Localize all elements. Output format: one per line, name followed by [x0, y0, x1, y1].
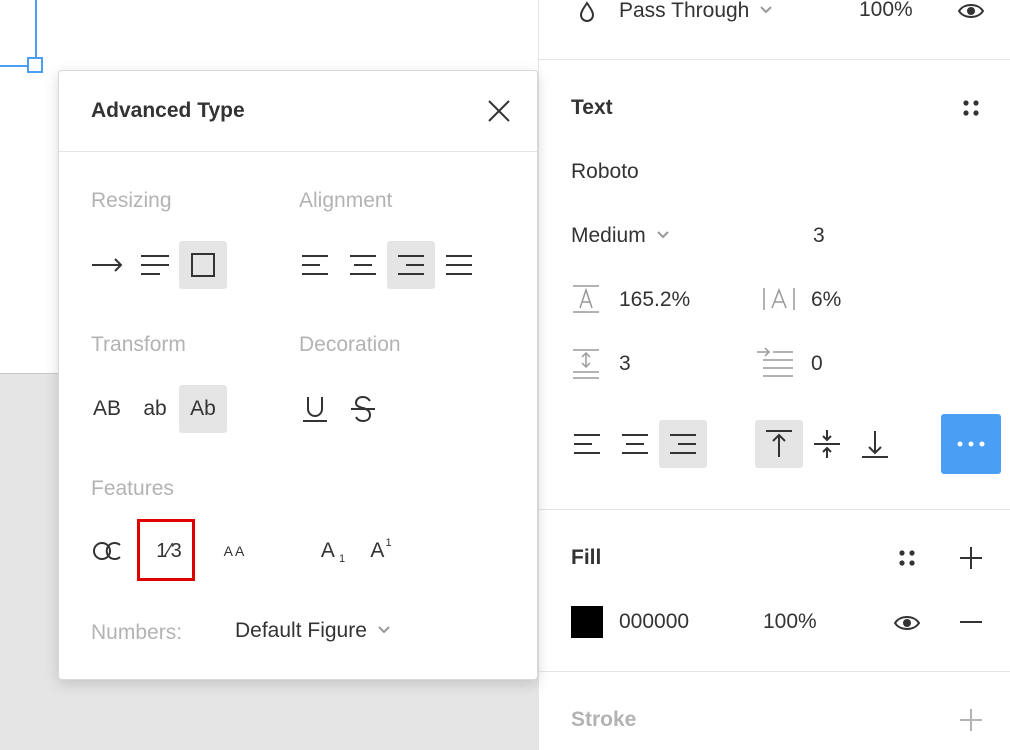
type-details-button[interactable]: [941, 414, 1001, 474]
features-label: Features: [91, 477, 174, 500]
line-height-input[interactable]: 165.2%: [619, 288, 690, 312]
numbers-value: Default Figure: [235, 619, 367, 642]
paragraph-spacing-input[interactable]: 3: [619, 352, 631, 376]
font-weight-select[interactable]: Medium: [571, 224, 670, 248]
more-icon: [957, 441, 985, 447]
font-size-input[interactable]: 3: [813, 224, 825, 248]
letter-spacing-input[interactable]: 6%: [811, 288, 841, 312]
align-center-icon[interactable]: [339, 241, 387, 289]
alignment-label: Alignment: [299, 189, 393, 212]
align-bottom-icon[interactable]: [851, 420, 899, 468]
align-left-icon[interactable]: [563, 420, 611, 468]
font-family-select[interactable]: Roboto: [571, 160, 639, 184]
subscript-button[interactable]: A1: [309, 527, 357, 575]
add-fill-icon[interactable]: [957, 544, 985, 572]
align-right-icon[interactable]: [387, 241, 435, 289]
chevron-down-icon: [759, 2, 773, 20]
drop-icon: [575, 0, 599, 24]
subscript-mark: 1: [338, 553, 346, 565]
chevron-down-icon: [377, 622, 391, 640]
auto-height-icon[interactable]: [131, 241, 179, 289]
strikethrough-icon[interactable]: [339, 385, 387, 433]
align-justify-icon[interactable]: [435, 241, 483, 289]
superscript-button[interactable]: A1: [357, 527, 405, 575]
align-right-icon[interactable]: [659, 420, 707, 468]
letter-spacing-icon: [761, 284, 797, 314]
subscript-glyph: A: [320, 539, 335, 562]
properties-panel: Pass Through 100% Text Roboto Medium 3 1…: [538, 0, 1010, 750]
paragraph-indent-icon: [755, 346, 795, 380]
eye-icon[interactable]: [957, 0, 985, 24]
resizing-label: Resizing: [91, 189, 172, 212]
advanced-type-popup: Advanced Type Resizing Alignment Transfo…: [58, 70, 538, 680]
lowercase-button[interactable]: ab: [131, 385, 179, 433]
paragraph-indent-input[interactable]: 0: [811, 352, 823, 376]
fill-color-swatch[interactable]: [571, 606, 603, 638]
chevron-down-icon: [656, 227, 670, 245]
styles-grid-icon[interactable]: [959, 96, 983, 120]
align-top-icon[interactable]: [755, 420, 803, 468]
small-caps-button[interactable]: AA: [211, 527, 259, 575]
align-middle-icon[interactable]: [803, 420, 851, 468]
blend-mode-select[interactable]: Pass Through: [619, 0, 773, 24]
align-center-icon[interactable]: [611, 420, 659, 468]
font-weight-label: Medium: [571, 224, 646, 247]
stroke-section-title: Stroke: [571, 708, 637, 731]
fill-hex-input[interactable]: 000000: [619, 610, 689, 634]
transform-label: Transform: [91, 333, 186, 356]
blend-mode-label: Pass Through: [619, 0, 750, 22]
align-left-icon[interactable]: [291, 241, 339, 289]
fractions-highlight: [137, 519, 195, 581]
paragraph-spacing-icon: [571, 348, 601, 380]
numbers-label: Numbers:: [91, 621, 183, 644]
underline-icon[interactable]: [291, 385, 339, 433]
close-icon[interactable]: [483, 95, 515, 127]
eye-icon[interactable]: [893, 610, 921, 636]
text-section-title: Text: [571, 96, 613, 119]
line-height-icon: [571, 284, 601, 314]
fill-section-title: Fill: [571, 546, 602, 569]
superscript-glyph: A: [370, 539, 385, 562]
fill-opacity-input[interactable]: 100%: [763, 610, 817, 634]
selection-outline[interactable]: [0, 0, 46, 76]
popup-title: Advanced Type: [91, 99, 245, 122]
styles-grid-icon[interactable]: [895, 546, 919, 570]
add-stroke-icon[interactable]: [957, 706, 985, 734]
numbers-select[interactable]: Default Figure: [235, 619, 391, 643]
auto-width-icon[interactable]: [83, 241, 131, 289]
fixed-size-icon[interactable]: [179, 241, 227, 289]
remove-fill-icon[interactable]: [957, 608, 985, 636]
titlecase-button[interactable]: Ab: [179, 385, 227, 433]
layer-opacity[interactable]: 100%: [859, 0, 913, 22]
uppercase-button[interactable]: AB: [83, 385, 131, 433]
decoration-label: Decoration: [299, 333, 401, 356]
superscript-mark: 1: [385, 537, 392, 549]
ligatures-icon[interactable]: [83, 527, 131, 575]
